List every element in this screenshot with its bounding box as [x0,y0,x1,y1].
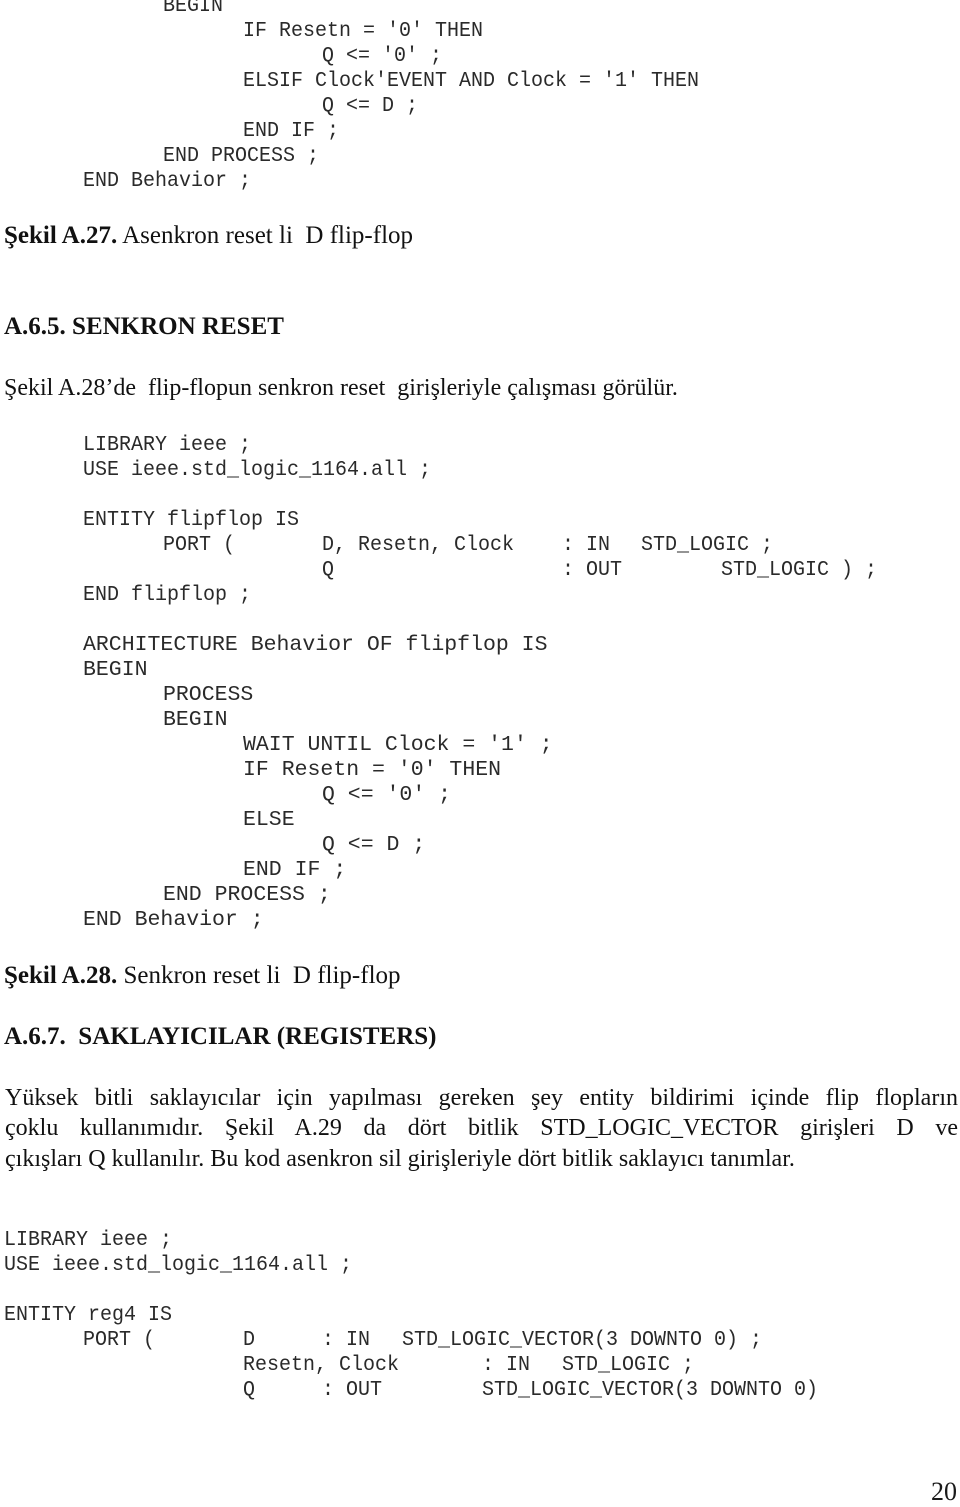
paragraph-line: çoklu kullanımıdır. Şekil A.29 da dört b… [5,1115,958,1141]
code-line: D [243,1328,256,1352]
code-line: PORT ( [163,533,236,557]
code-line: END IF ; [243,119,339,143]
code-line: USE ieee.std_logic_1164.all ; [83,458,431,482]
code-line: : IN [482,1353,530,1377]
code-line: BEGIN [163,0,223,18]
code-line: Q <= D ; [322,833,426,857]
paragraph-line: çıkışları Q kullanılır. Bu kod asenkron … [5,1146,795,1172]
code-line: D, Resetn, Clock [322,533,514,557]
code-line: BEGIN [163,708,228,732]
code-line: Q <= D ; [322,94,418,118]
code-line: PROCESS [163,683,254,707]
figure-label: Şekil A.27. [4,222,118,249]
code-line: STD_LOGIC ; [562,1353,695,1377]
code-line: IF Resetn = '0' THEN [243,19,483,43]
code-line: STD_LOGIC_VECTOR(3 DOWNTO 0) [482,1378,818,1402]
code-line: END PROCESS ; [163,883,331,907]
code-line: Q [322,558,335,582]
section-heading-a65: A.6.5. SENKRON RESET [4,313,284,340]
figure-caption-text: Asenkron reset li D flip-flop [117,222,414,249]
code-line: STD_LOGIC ) ; [721,558,877,582]
code-line: END flipflop ; [83,583,251,607]
code-line: STD_LOGIC_VECTOR(3 DOWNTO 0) ; [402,1328,762,1352]
code-line: USE ieee.std_logic_1164.all ; [4,1253,352,1277]
code-line: Q [243,1378,256,1402]
code-line: ENTITY reg4 IS [4,1303,172,1327]
code-line: LIBRARY ieee ; [4,1228,172,1252]
code-line: PORT ( [83,1328,156,1352]
code-line: : OUT [322,1378,382,1402]
code-line: LIBRARY ieee ; [83,433,251,457]
code-line: END Behavior ; [83,908,264,932]
paragraph-line: Yüksek bitli saklayıcılar için yapılması… [5,1085,958,1111]
code-line: STD_LOGIC ; [641,533,774,557]
code-line: Q <= '0' ; [322,783,452,807]
code-line: : OUT [562,558,622,582]
section-heading-a67: A.6.7. SAKLAYICILAR (REGISTERS) [4,1023,437,1050]
code-line: ENTITY flipflop IS [83,508,299,532]
code-line: END IF ; [243,858,347,882]
code-line: ELSE [243,808,295,832]
code-line: ELSIF Clock'EVENT AND Clock = '1' THEN [243,69,699,93]
figure-caption-a28: Şekil A.28. Senkron reset li D flip-flop [4,961,401,991]
code-line: : IN [322,1328,370,1352]
code-line: WAIT UNTIL Clock = '1' ; [243,733,553,757]
section-intro-a65: Şekil A.28’de flip-flopun senkron reset … [4,375,678,401]
page-number: 20 [931,1477,957,1506]
code-line: ARCHITECTURE Behavior OF flipflop IS [83,633,548,657]
code-line: END PROCESS ; [163,144,319,168]
code-line: : IN [562,533,610,557]
figure-caption-a27: Şekil A.27. Asenkron reset li D flip-flo… [4,221,413,251]
code-line: Resetn, Clock [243,1353,399,1377]
code-line: Q <= '0' ; [322,44,442,68]
figure-caption-text: Senkron reset li D flip-flop [117,962,401,989]
code-line: BEGIN [83,658,148,682]
figure-label: Şekil A.28. [4,962,118,989]
code-line: END Behavior ; [83,169,251,193]
code-line: IF Resetn = '0' THEN [243,758,502,782]
